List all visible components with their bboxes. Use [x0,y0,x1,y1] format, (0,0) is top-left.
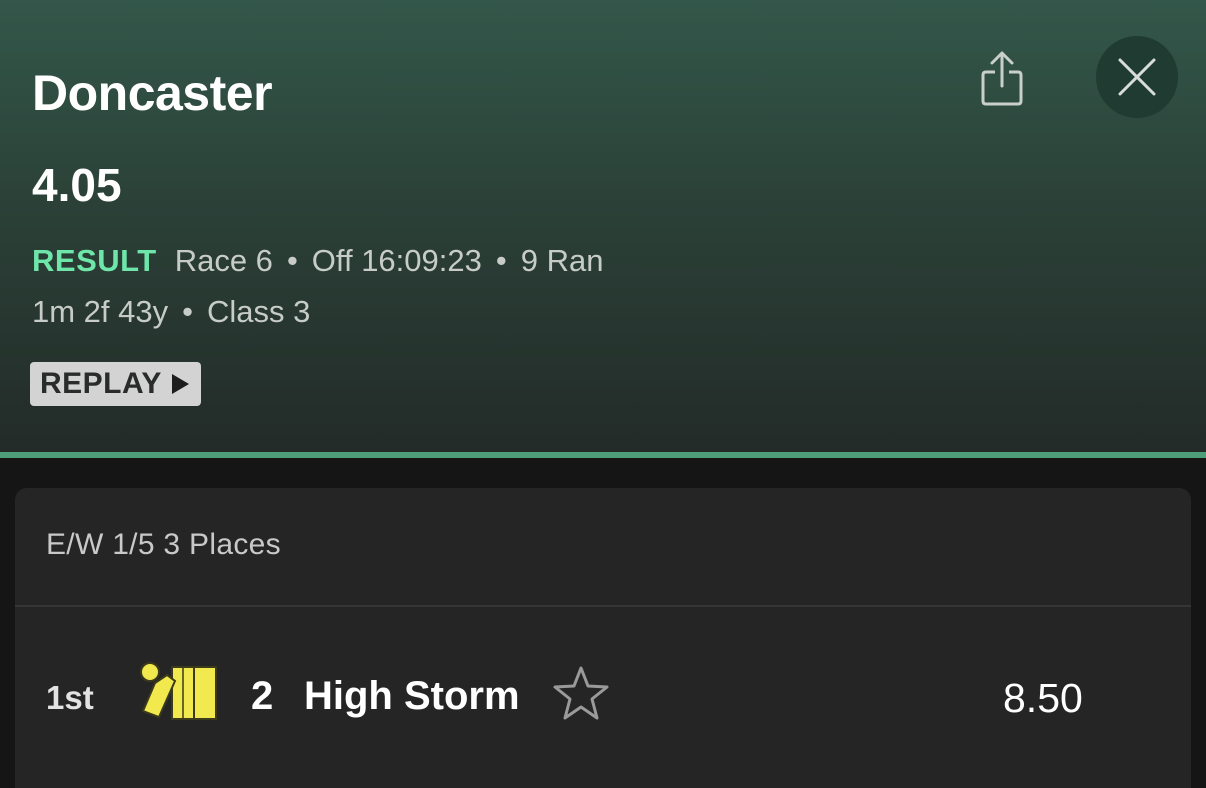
race-distance: 1m 2f 43y [32,294,169,329]
race-details-line: 1m 2f 43y • Class 3 [32,294,310,330]
runners-count: 9 Ran [520,243,604,278]
result-row[interactable]: 1st 2 High Storm 8.50 [15,607,1191,788]
race-time: 4.05 [32,159,122,211]
close-button[interactable] [1096,36,1178,118]
result-card: E/W 1/5 3 Places 1st 2 High Storm 8.50 [15,488,1191,788]
race-class: Class 3 [206,294,311,329]
replay-button[interactable]: REPLAY [30,362,201,406]
replay-label: REPLAY [40,367,162,400]
play-icon [171,374,189,394]
horse-name[interactable]: High Storm [304,674,520,719]
each-way-terms: E/W 1/5 3 Places [46,528,281,561]
jockey-silks-icon [140,662,217,720]
star-outline-icon[interactable] [551,664,611,724]
header-accent-divider [0,452,1206,458]
separator-dot: • [182,294,193,329]
separator-dot: • [495,243,507,278]
finishing-position: 1st [46,679,94,716]
cloth-number: 2 [251,674,274,718]
race-header: Doncaster 4.05 RESULT Race 6 • Off 16:09:23… [0,0,1206,452]
separator-dot: • [286,243,298,278]
venue-title: Doncaster [32,65,273,121]
share-button[interactable] [978,50,1026,108]
race-number: Race 6 [174,243,273,278]
status-badge: RESULT [32,243,157,278]
starting-price[interactable]: 8.50 [1003,675,1083,722]
race-meta-line: RESULT Race 6 • Off 16:09:23 • 9 Ran [32,243,603,279]
close-icon [1118,58,1156,96]
share-icon [981,51,1023,106]
off-time: Off 16:09:23 [311,243,482,278]
